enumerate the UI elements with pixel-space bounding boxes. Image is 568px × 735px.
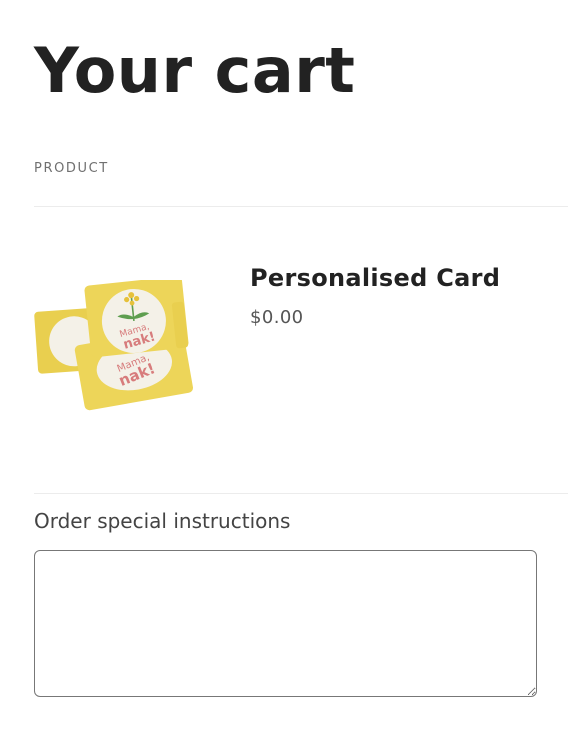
instructions-label: Order special instructions bbox=[34, 509, 291, 533]
instructions-textarea[interactable] bbox=[34, 550, 537, 697]
card-illustration: Mama, nak! Mama, nak! bbox=[34, 280, 193, 411]
items-divider bbox=[34, 493, 568, 494]
product-name-link[interactable]: Personalised Card bbox=[250, 262, 500, 294]
header-divider bbox=[34, 206, 568, 207]
product-price: $0.00 bbox=[250, 307, 304, 328]
product-column-header: PRODUCT bbox=[34, 161, 109, 176]
cart-page: Your cart PRODUCT Mama, nak! Mama, nak! … bbox=[0, 0, 568, 735]
product-image[interactable]: Mama, nak! Mama, nak! bbox=[34, 280, 194, 420]
page-title: Your cart bbox=[34, 34, 356, 107]
